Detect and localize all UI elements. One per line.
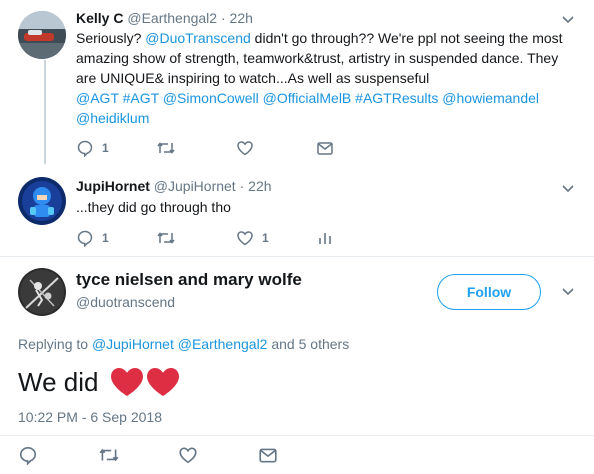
like-button[interactable] [178, 445, 198, 465]
retweet-button[interactable] [156, 139, 176, 157]
retweet-button[interactable] [98, 445, 120, 465]
reply-tweet-kelly[interactable]: Kelly C @Earthengal2 · 22h Seriously? @D… [0, 0, 594, 166]
retweet-icon [157, 232, 175, 244]
heart-icon [237, 141, 253, 156]
reply-button[interactable] [18, 445, 38, 465]
mention-link[interactable]: @Earthengal2 [178, 336, 268, 352]
analytics-icon [319, 233, 331, 244]
mention-link[interactable]: @JupiHornet [92, 336, 174, 352]
envelope-icon [317, 142, 333, 155]
red-heart-icon [111, 368, 144, 396]
replying-suffix[interactable]: and 5 others [271, 336, 349, 352]
reply-count: 1 [102, 231, 109, 245]
reply-button[interactable]: 1 [76, 139, 109, 157]
tweet-actions: 1 [0, 139, 594, 159]
tweet-text-content: We did [18, 367, 99, 397]
heart-emoji [110, 367, 180, 397]
chevron-down-icon[interactable] [562, 288, 574, 296]
hashtags-mentions[interactable]: @AGT #AGT @SimonCowell @OfficialMelB #AG… [76, 88, 546, 128]
like-count: 1 [262, 231, 269, 245]
like-button[interactable]: 1 [236, 229, 269, 247]
analytics-button[interactable] [316, 229, 334, 247]
tweet-actions: 1 1 [0, 229, 594, 249]
tweet-header: Kelly C @Earthengal2 · 22h [76, 10, 253, 26]
chevron-down-icon[interactable] [562, 16, 574, 24]
avatar[interactable] [18, 11, 66, 59]
username[interactable]: @Earthengal2 [127, 10, 217, 26]
retweet-icon [157, 142, 175, 154]
reply-count: 1 [102, 141, 109, 155]
chevron-down-icon[interactable] [562, 185, 574, 193]
replying-to: Replying to @JupiHornet @Earthengal2 and… [18, 336, 349, 352]
reply-icon [19, 446, 37, 465]
tweet-header: JupiHornet @JupiHornet · 22h [76, 178, 272, 194]
heart-icon [237, 231, 253, 246]
username[interactable]: @duotranscend [76, 294, 175, 310]
reply-button[interactable]: 1 [76, 229, 109, 247]
display-name[interactable]: tyce nielsen and mary wolfe [76, 270, 302, 290]
follow-button[interactable]: Follow [437, 274, 541, 310]
replying-prefix: Replying to [18, 336, 89, 352]
divider [0, 435, 594, 436]
reply-icon [77, 230, 93, 247]
avatar[interactable] [18, 177, 66, 225]
display-name[interactable]: JupiHornet [76, 178, 150, 194]
text-part: Seriously? [76, 30, 146, 46]
display-name[interactable]: Kelly C [76, 10, 123, 26]
reply-icon [77, 140, 93, 157]
tweet-text: We did [18, 367, 180, 397]
retweet-icon [99, 448, 119, 462]
mention-link[interactable]: @DuoTranscend [145, 30, 251, 46]
reply-tweet-jupihornet[interactable]: JupiHornet @JupiHornet · 22h ...they did… [0, 166, 594, 256]
retweet-button[interactable] [156, 229, 176, 247]
tweet-text: Seriously? @DuoTranscend didn't go throu… [76, 28, 576, 128]
divider [0, 256, 594, 257]
like-button[interactable] [236, 139, 254, 157]
separator-dot: · [220, 10, 226, 26]
avatar[interactable] [18, 268, 66, 316]
separator-dot: · [239, 178, 245, 194]
heart-icon [179, 447, 197, 464]
username[interactable]: @JupiHornet [154, 178, 236, 194]
tweet-actions [0, 445, 594, 465]
thread-connector [44, 60, 46, 164]
tweet-timestamp[interactable]: 10:22 PM - 6 Sep 2018 [18, 409, 162, 425]
tweet-text: ...they did go through tho [76, 199, 231, 215]
envelope-icon [259, 448, 277, 463]
red-heart-icon [147, 368, 180, 396]
dm-button[interactable] [316, 139, 334, 157]
timestamp[interactable]: 22h [248, 178, 271, 194]
timestamp[interactable]: 22h [230, 10, 253, 26]
dm-button[interactable] [258, 445, 278, 465]
